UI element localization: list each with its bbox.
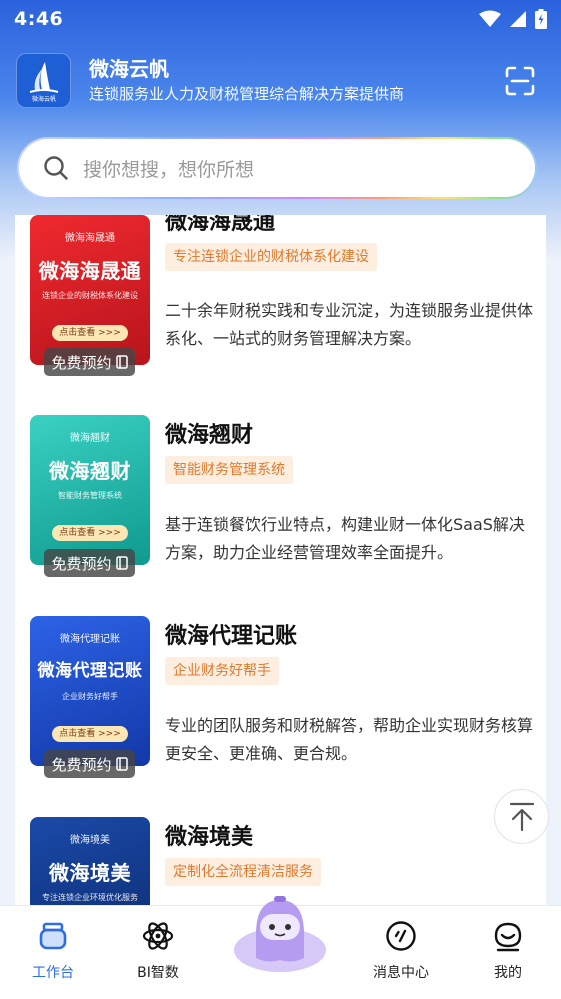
mascot-icon — [234, 896, 326, 972]
atom-icon — [142, 922, 174, 950]
thumb-desc: 企业财务好帮手 — [62, 692, 118, 701]
tab-label: 我的 — [494, 965, 522, 981]
app-name: 微海云帆 — [89, 57, 169, 81]
profile-icon — [494, 922, 522, 952]
app-titles: 微海云帆 连锁服务业人力及财税管理综合解决方案提供商 — [89, 55, 404, 105]
wifi-icon — [479, 10, 501, 27]
back-to-top-button[interactable] — [494, 789, 549, 844]
app-logo: 微海云帆 — [16, 52, 71, 108]
tab-profile[interactable]: 我的 — [468, 918, 548, 982]
workbench-icon — [39, 922, 67, 950]
item-title[interactable]: 微海境美 — [165, 819, 253, 851]
document-icon — [115, 757, 128, 771]
item-tag: 智能财务管理系统 — [165, 456, 293, 484]
badge-label: 免费预约 — [51, 353, 112, 372]
mascot-button[interactable] — [232, 894, 328, 974]
item-title[interactable]: 微海海晟通 — [165, 215, 275, 236]
thumb-title: 微海境美 — [49, 861, 131, 885]
signal-icon — [510, 11, 526, 27]
tab-bi[interactable]: BI智数 — [118, 918, 198, 982]
thumb-brand: 微海翘财 — [70, 433, 110, 444]
list-item[interactable]: 微海境美 微海境美 专注连锁企业环境优化服务 微海境美 定制化全流程清洁服务 — [15, 805, 546, 905]
tab-label: 工作台 — [32, 965, 74, 981]
search-input[interactable]: 搜你想搜，想你所想 — [19, 139, 535, 197]
product-thumbnail[interactable]: 微海翘财 微海翘财 智能财务管理系统 点击查看 >>> — [30, 415, 150, 565]
item-description: 基于连锁餐饮行业特点，构建业财一体化SaaS解决方案，助力企业经营管理效率全面提… — [165, 515, 525, 562]
battery-icon — [535, 9, 547, 29]
thumb-brand: 微海海晟通 — [65, 233, 115, 244]
arrow-up-icon — [509, 802, 534, 831]
thumb-brand: 微海境美 — [70, 835, 110, 846]
product-thumbnail[interactable]: 微海代理记账 微海代理记账 企业财务好帮手 点击查看 >>> — [30, 616, 150, 766]
thumb-desc: 专注连锁企业环境优化服务 — [42, 893, 138, 902]
thumb-view-button: 点击查看 >>> — [52, 325, 128, 341]
status-icons — [479, 9, 547, 29]
item-tag: 专注连锁企业的财税体系化建设 — [165, 243, 377, 271]
item-tag: 企业财务好帮手 — [165, 657, 279, 685]
document-icon — [115, 355, 128, 369]
free-booking-badge[interactable]: 免费预约 — [44, 549, 135, 577]
product-thumbnail[interactable]: 微海海晟通 微海海晟通 连锁企业的财税体系化建设 点击查看 >>> — [30, 215, 150, 365]
badge-label: 免费预约 — [51, 554, 112, 573]
status-time: 4:46 — [14, 8, 64, 30]
scan-icon[interactable] — [505, 66, 535, 96]
thumb-title: 微海海晟通 — [38, 259, 142, 283]
item-tag: 定制化全流程清洁服务 — [165, 858, 321, 886]
thumb-view-button: 点击查看 >>> — [52, 726, 128, 742]
list-item[interactable]: 微海翘财 微海翘财 智能财务管理系统 点击查看 >>> 免费预约 微海翘财 智能… — [15, 403, 546, 603]
sail-logo-icon: 微海云帆 — [29, 62, 58, 103]
item-description: 专业的团队服务和财税解答，帮助企业实现财务核算更安全、更准确、更合规。 — [165, 716, 534, 763]
product-thumbnail[interactable]: 微海境美 微海境美 专注连锁企业环境优化服务 — [30, 817, 150, 905]
message-icon — [386, 921, 416, 951]
item-title[interactable]: 微海代理记账 — [165, 618, 297, 650]
tab-workbench[interactable]: 工作台 — [13, 918, 93, 982]
list-item[interactable]: 微海海晟通 微海海晟通 连锁企业的财税体系化建设 点击查看 >>> 免费预约 微… — [15, 215, 546, 402]
document-icon — [115, 556, 128, 570]
thumb-brand: 微海代理记账 — [60, 634, 120, 645]
app-subtitle: 连锁服务业人力及财税管理综合解决方案提供商 — [89, 85, 405, 103]
tab-label: 消息中心 — [373, 965, 429, 981]
tab-messages[interactable]: 消息中心 — [361, 918, 441, 982]
svg-text:微海云帆: 微海云帆 — [31, 95, 55, 103]
thumb-title: 微海翘财 — [49, 459, 131, 483]
search-bar[interactable]: 搜你想搜，想你所想 — [17, 137, 537, 199]
badge-label: 免费预约 — [51, 755, 112, 774]
search-placeholder: 搜你想搜，想你所想 — [83, 158, 255, 181]
free-booking-badge[interactable]: 免费预约 — [44, 348, 135, 376]
item-description: 二十余年财税实践和专业沉淀，为连锁服务业提供体系化、一站式的财务管理解决方案。 — [165, 301, 534, 348]
thumb-view-button: 点击查看 >>> — [52, 525, 128, 541]
product-list[interactable]: 微海海晟通 微海海晟通 连锁企业的财税体系化建设 点击查看 >>> 免费预约 微… — [15, 215, 546, 905]
search-icon — [44, 156, 68, 180]
bottom-tab-bar: 工作台 BI智数 消息中心 我的 — [0, 896, 561, 999]
tab-label: BI智数 — [137, 965, 179, 981]
thumb-desc: 智能财务管理系统 — [58, 491, 122, 500]
app-header: 微海云帆 微海云帆 连锁服务业人力及财税管理综合解决方案提供商 — [16, 52, 545, 108]
thumb-desc: 连锁企业的财税体系化建设 — [42, 291, 138, 300]
list-item[interactable]: 微海代理记账 微海代理记账 企业财务好帮手 点击查看 >>> 免费预约 微海代理… — [15, 604, 546, 804]
status-bar: 4:46 — [0, 0, 561, 38]
thumb-title: 微海代理记账 — [37, 661, 143, 681]
free-booking-badge[interactable]: 免费预约 — [44, 750, 135, 778]
item-title[interactable]: 微海翘财 — [165, 417, 253, 449]
